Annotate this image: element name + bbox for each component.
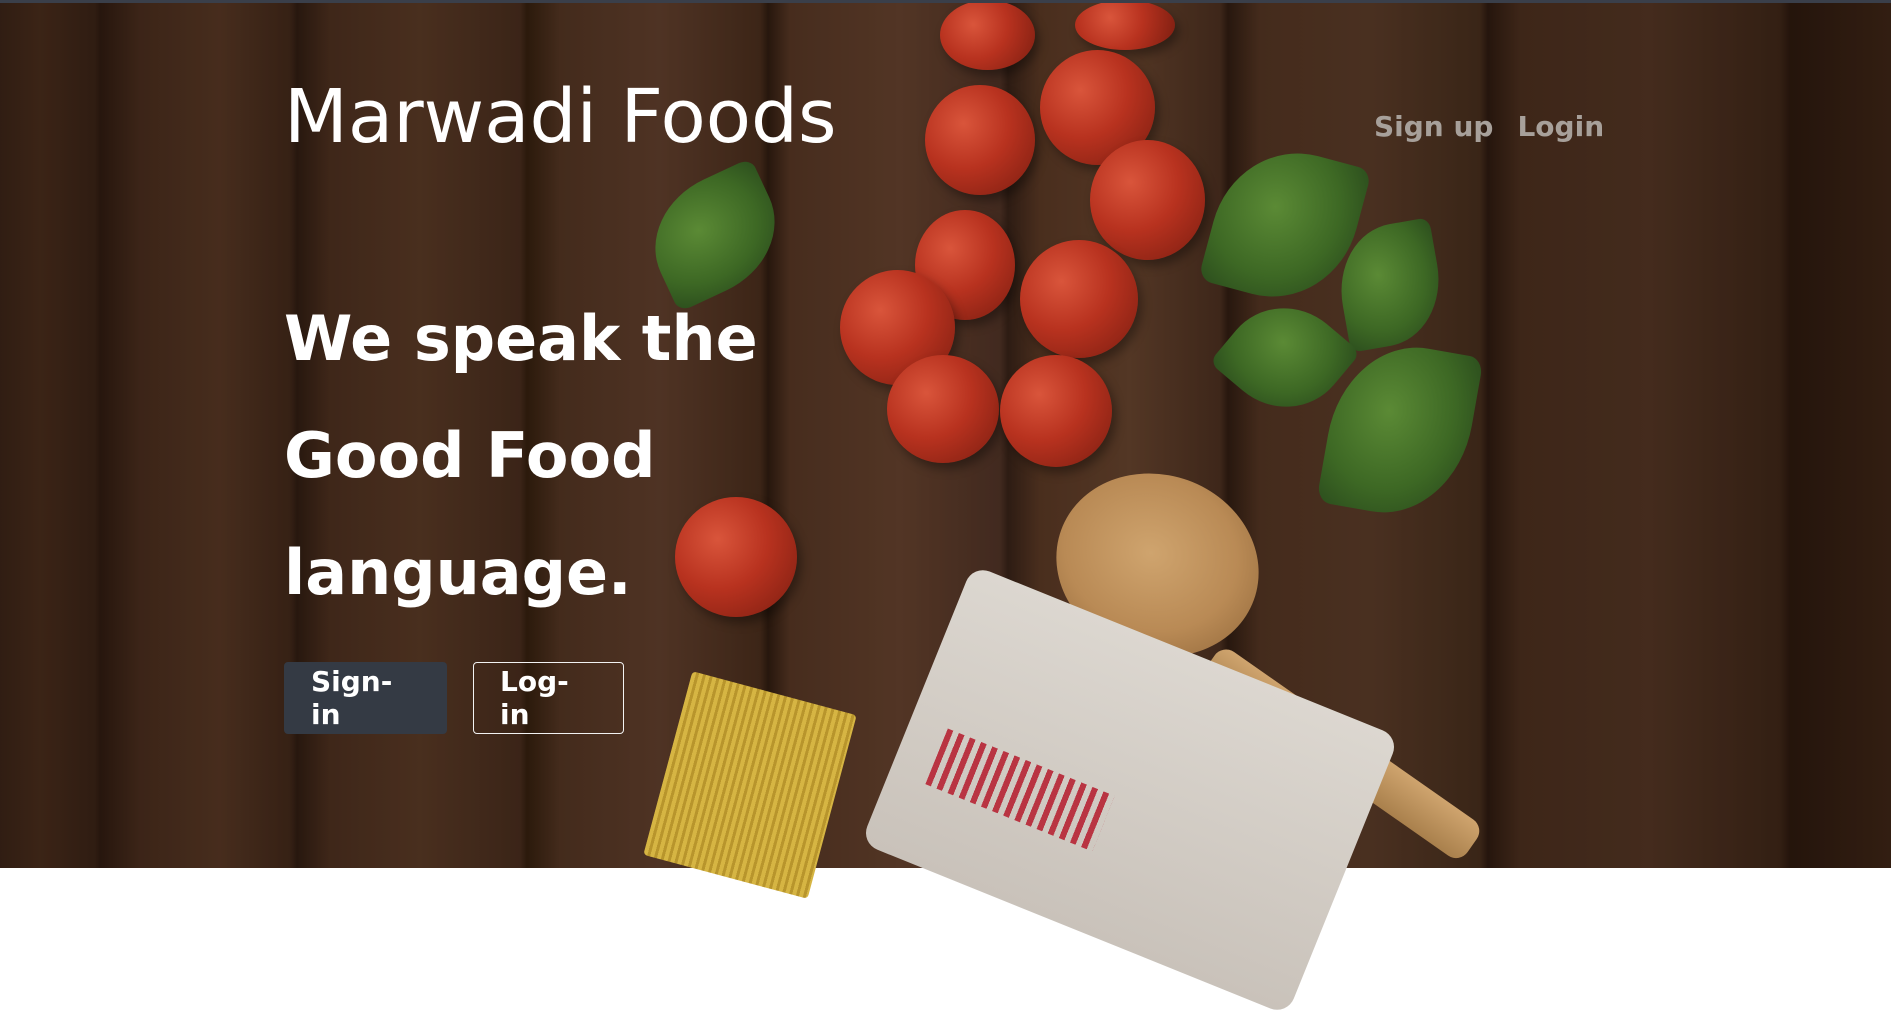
tomato-image: [940, 0, 1035, 70]
top-nav: Sign up Login: [1374, 113, 1604, 141]
hero-headline: We speak the Good Food language.: [284, 280, 758, 631]
headline-line: We speak the: [284, 302, 758, 375]
nav-login-link[interactable]: Login: [1517, 113, 1604, 141]
top-border: [0, 0, 1891, 3]
tomato-image: [1075, 0, 1175, 50]
log-in-button[interactable]: Log-in: [473, 662, 624, 734]
nav-signup-link[interactable]: Sign up: [1374, 113, 1493, 141]
headline-line: language.: [284, 536, 632, 609]
tomato-image: [1020, 240, 1138, 358]
tomato-image: [887, 355, 999, 463]
sign-in-button[interactable]: Sign-in: [284, 662, 447, 734]
tomato-image: [1090, 140, 1205, 260]
headline-line: Good Food: [284, 419, 656, 492]
tomato-image: [1000, 355, 1112, 467]
brand-title: Marwadi Foods: [284, 74, 837, 160]
hero-actions: Sign-in Log-in: [284, 662, 624, 734]
tomato-image: [925, 85, 1035, 195]
